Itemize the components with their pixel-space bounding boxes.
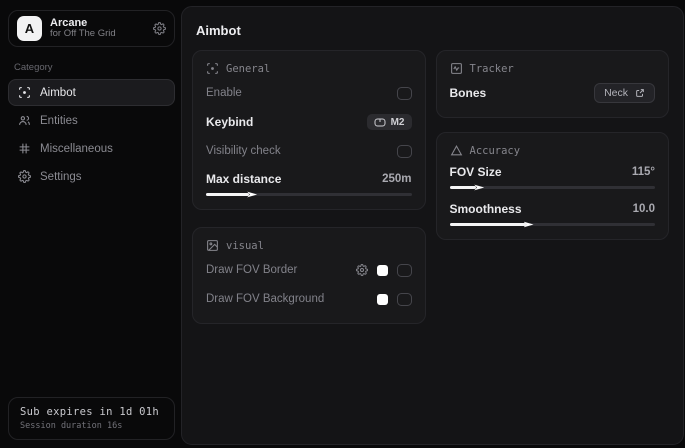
category-label: Category (14, 62, 175, 73)
max-distance-value: 250m (382, 173, 411, 185)
enable-label: Enable (206, 87, 242, 99)
visual-card: visual Draw FOV Border Draw (192, 227, 426, 324)
sidebar: A Arcane for Off The Grid Category Aimbo… (0, 0, 181, 448)
fov-border-color-swatch[interactable] (377, 265, 388, 276)
sidebar-item-miscellaneous[interactable]: Miscellaneous (8, 135, 175, 162)
card-title: Accuracy (470, 145, 521, 157)
session-duration-text: Session duration 16s (20, 421, 163, 431)
max-distance-label: Max distance (206, 172, 281, 186)
bones-row: Bones Neck (450, 82, 656, 104)
visibility-check-row: Visibility check (206, 140, 412, 162)
triangle-icon (450, 144, 463, 157)
sidebar-item-entities[interactable]: Entities (8, 107, 175, 134)
gear-icon[interactable] (153, 22, 166, 35)
right-column: Tracker Bones Neck Accuracy (436, 50, 670, 240)
page-title: Aimbot (196, 23, 669, 38)
bones-label: Bones (450, 86, 487, 100)
main-panel: Aimbot General Enable Keybind (181, 6, 684, 445)
max-distance-slider[interactable] (206, 193, 412, 196)
slider-fill[interactable] (206, 193, 249, 196)
accuracy-card: Accuracy FOV Size 115° Smoothness 10.0 (436, 132, 670, 240)
slider-fill[interactable] (450, 186, 477, 189)
fov-background-color-swatch[interactable] (377, 294, 388, 305)
image-icon (206, 239, 219, 252)
keybind-label: Keybind (206, 115, 253, 129)
smoothness-slider[interactable] (450, 223, 656, 226)
smoothness-label: Smoothness (450, 202, 522, 216)
visibility-check-label: Visibility check (206, 145, 281, 157)
max-distance-row: Max distance 250m (206, 171, 412, 187)
fov-background-checkbox[interactable] (397, 293, 412, 306)
enable-row: Enable (206, 82, 412, 104)
app-window: A Arcane for Off The Grid Category Aimbo… (0, 0, 685, 448)
sidebar-item-label: Settings (40, 171, 82, 183)
entities-icon (18, 114, 31, 127)
card-title: General (226, 63, 270, 75)
sidebar-item-settings[interactable]: Settings (8, 163, 175, 190)
tracker-card: Tracker Bones Neck (436, 50, 670, 118)
sidebar-item-label: Aimbot (40, 87, 76, 99)
subscription-card: Sub expires in 1d 01h Session duration 1… (8, 397, 175, 440)
fov-size-slider[interactable] (450, 186, 656, 189)
gear-icon[interactable] (356, 264, 368, 276)
fov-border-checkbox[interactable] (397, 264, 412, 277)
enable-checkbox[interactable] (397, 87, 412, 100)
card-title: visual (226, 240, 264, 252)
fov-size-value: 115° (632, 166, 655, 178)
brand-card: A Arcane for Off The Grid (8, 10, 175, 47)
fov-size-row: FOV Size 115° (450, 164, 656, 180)
general-card: General Enable Keybind M2 V (192, 50, 426, 210)
grid-icon (18, 142, 31, 155)
mouse-icon (374, 118, 386, 127)
bones-select-button[interactable]: Neck (594, 83, 655, 103)
expand-icon (635, 88, 645, 98)
smoothness-row: Smoothness 10.0 (450, 201, 656, 217)
keybind-value: M2 (391, 117, 405, 128)
keybind-button[interactable]: M2 (367, 114, 412, 130)
sidebar-item-label: Entities (40, 115, 78, 127)
fov-border-label: Draw FOV Border (206, 264, 297, 276)
smoothness-value: 10.0 (633, 203, 655, 215)
sidebar-item-label: Miscellaneous (40, 143, 113, 155)
fov-background-row: Draw FOV Background (206, 288, 412, 310)
sub-expiry-text: Sub expires in 1d 01h (20, 406, 163, 418)
left-column: General Enable Keybind M2 V (192, 50, 426, 324)
sidebar-nav: Aimbot Entities Miscellaneous Settings (8, 79, 175, 190)
sidebar-item-aimbot[interactable]: Aimbot (8, 79, 175, 106)
gear-icon (18, 170, 31, 183)
fov-background-label: Draw FOV Background (206, 293, 324, 305)
fov-size-label: FOV Size (450, 165, 502, 179)
slider-fill[interactable] (450, 223, 526, 226)
app-logo: A (17, 16, 42, 41)
keybind-row: Keybind M2 (206, 111, 412, 133)
card-title: Tracker (470, 63, 514, 75)
crosshair-icon (206, 62, 219, 75)
bones-value: Neck (604, 87, 628, 99)
app-subtitle: for Off The Grid (50, 29, 145, 40)
fov-border-row: Draw FOV Border (206, 259, 412, 281)
activity-icon (450, 62, 463, 75)
visibility-check-checkbox[interactable] (397, 145, 412, 158)
crosshair-icon (18, 86, 31, 99)
